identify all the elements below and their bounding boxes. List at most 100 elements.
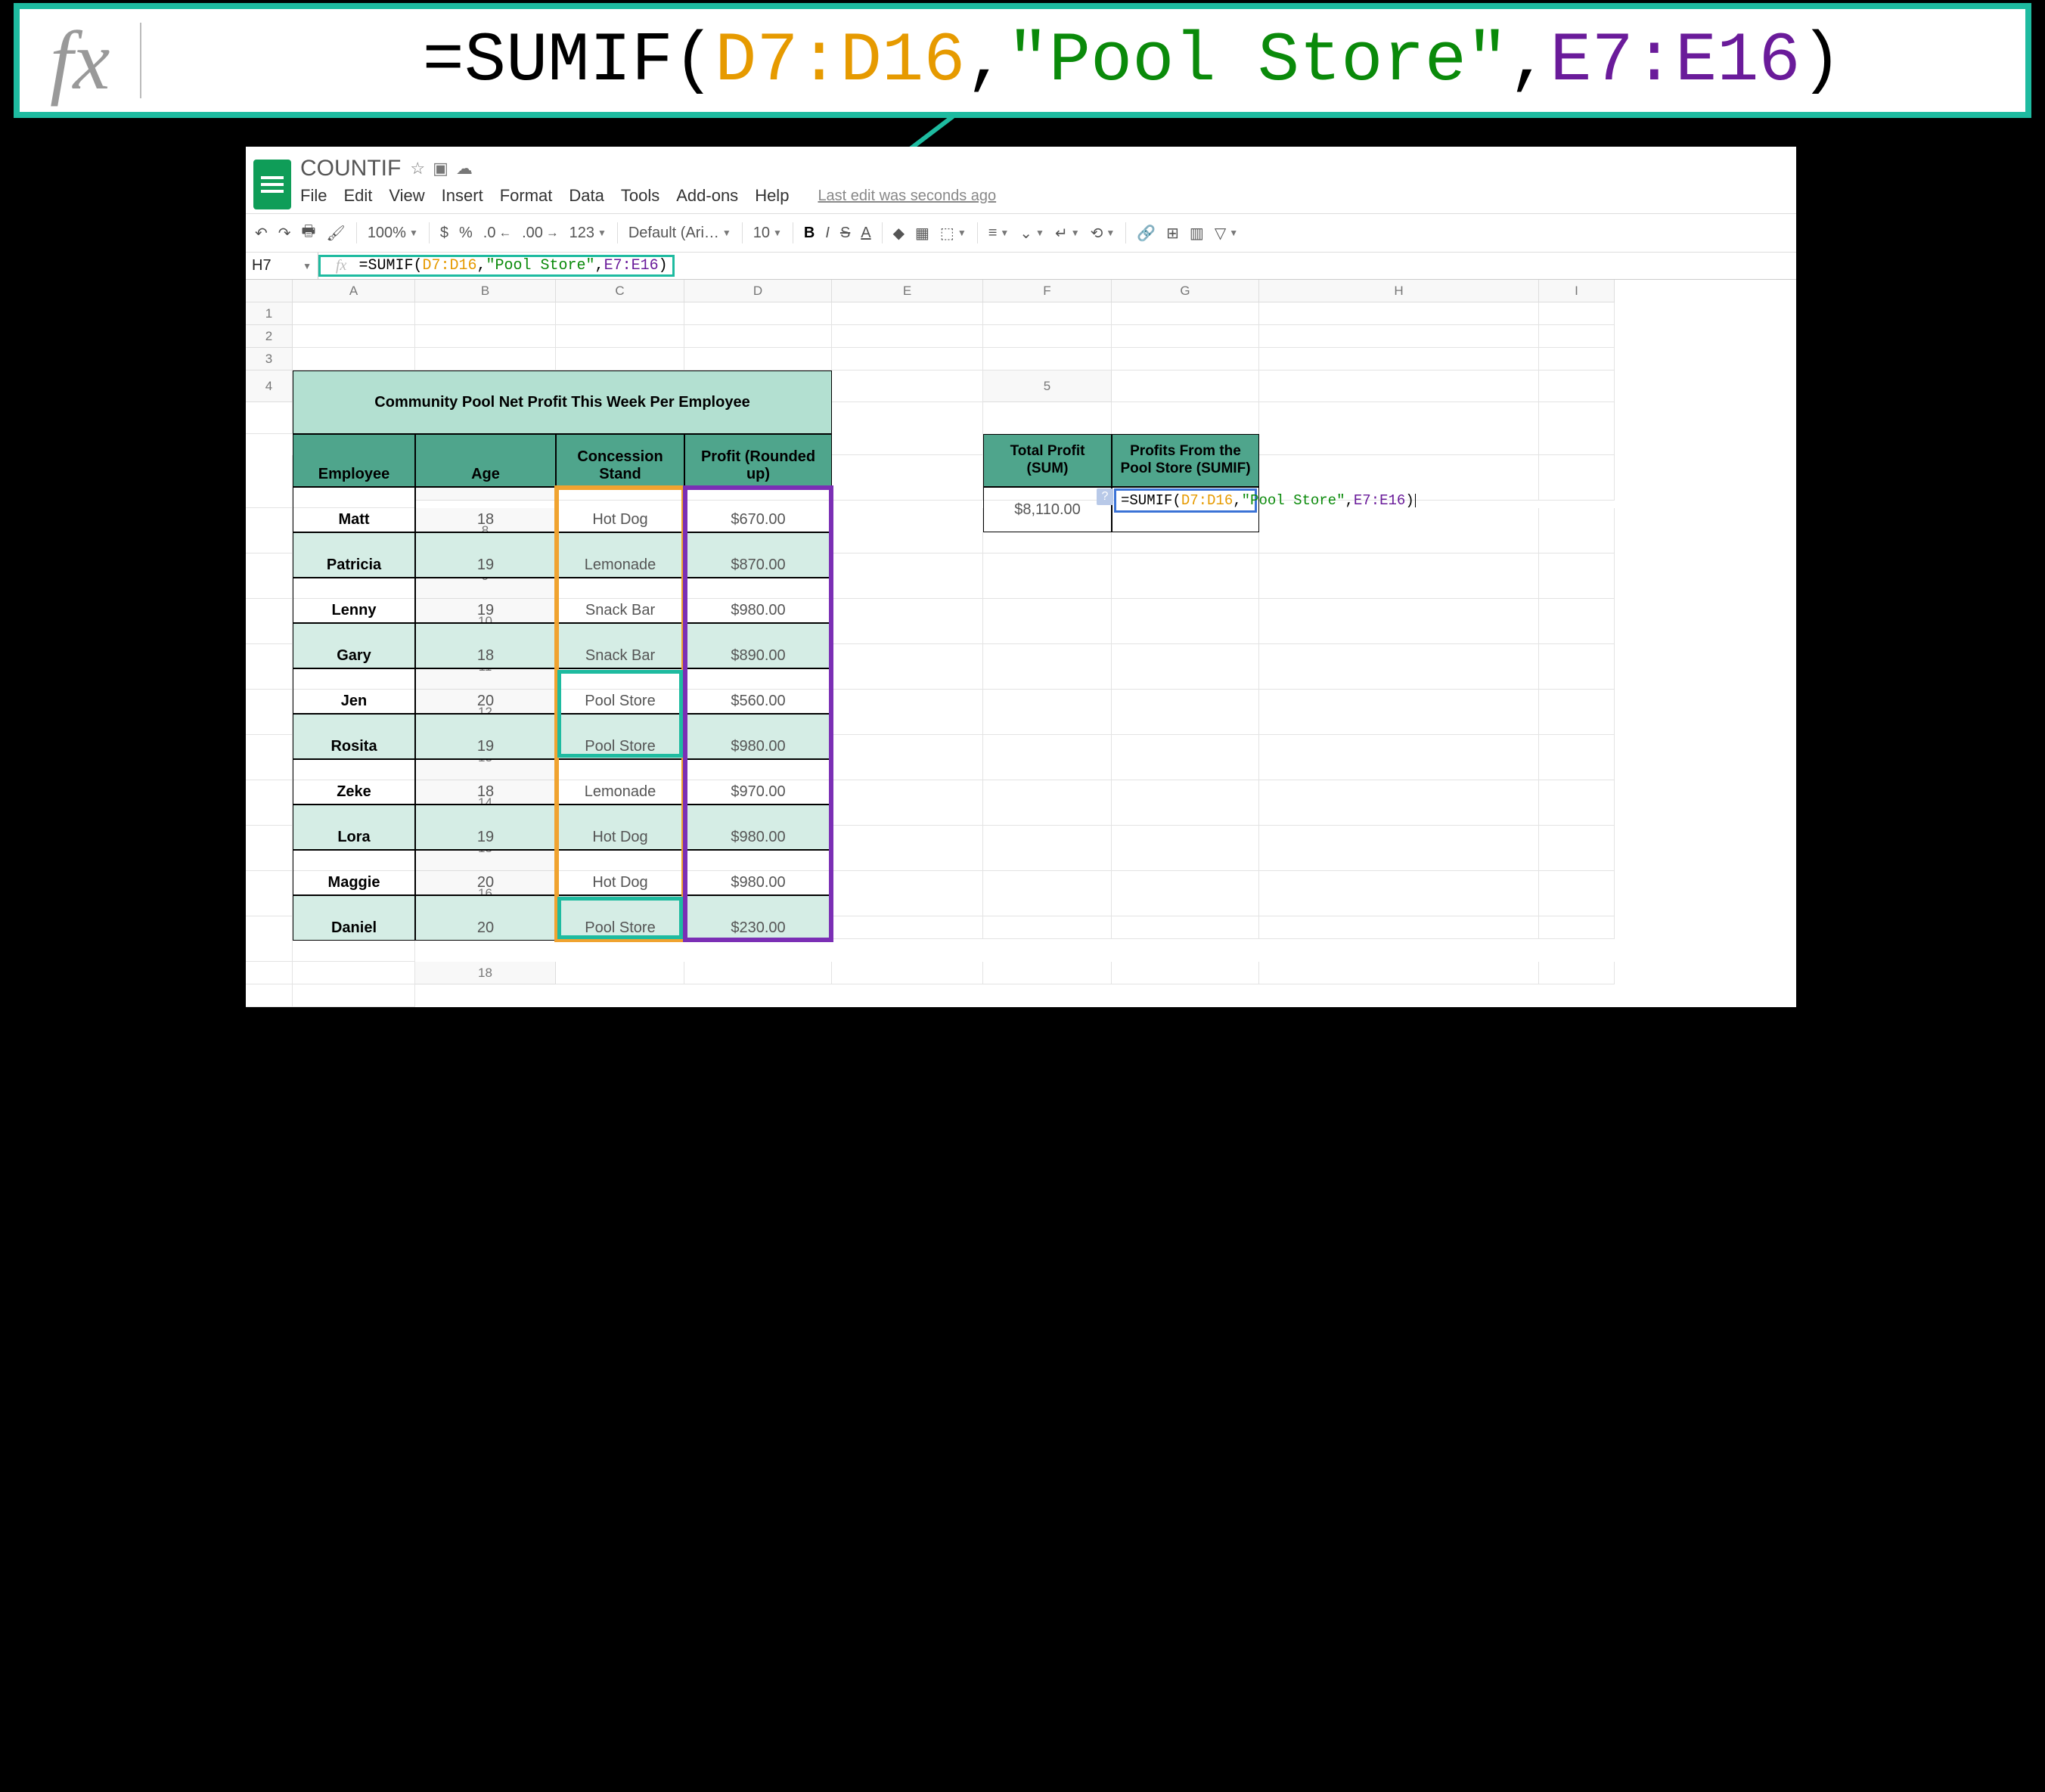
- fx-close: ): [659, 257, 668, 274]
- zoom-select[interactable]: 100% ▼: [368, 225, 418, 242]
- fill-color-button[interactable]: ◆: [893, 224, 905, 243]
- menu-insert[interactable]: Insert: [442, 186, 483, 206]
- age-13: 18: [415, 759, 556, 805]
- undo-button[interactable]: ↶: [255, 224, 268, 243]
- chevron-down-icon: ▼: [303, 261, 312, 271]
- zoom-value: 100%: [368, 225, 406, 242]
- stand-10: Snack Bar: [556, 623, 684, 668]
- paint-format-button[interactable]: 🖌: [326, 224, 345, 243]
- link-button[interactable]: 🔗: [1137, 224, 1156, 243]
- menu-file[interactable]: File: [300, 186, 327, 206]
- inc-dec-label: .00: [522, 225, 543, 242]
- emp-13: Zeke: [293, 759, 415, 805]
- bold-button[interactable]: B: [804, 225, 815, 242]
- menu-help[interactable]: Help: [755, 186, 789, 206]
- italic-button[interactable]: I: [825, 225, 830, 242]
- fx-c1: ,: [477, 257, 486, 274]
- inc-decimal-button[interactable]: .00→: [522, 225, 558, 242]
- active-cell-H7[interactable]: =SUMIF(D7:D16,"Pool Store",E7:E16): [1114, 488, 1257, 513]
- menu-tools[interactable]: Tools: [621, 186, 659, 206]
- age-10: 18: [415, 623, 556, 668]
- text-color-button[interactable]: A: [861, 225, 870, 242]
- formula-range2: E7:E16: [1550, 21, 1800, 101]
- profit-10: $890.00: [684, 623, 832, 668]
- filter-button[interactable]: ▽ ▼: [1215, 224, 1238, 243]
- menu-edit[interactable]: Edit: [343, 186, 372, 206]
- titlebar: COUNTIF ☆ ▣ ☁ File Edit View Insert Format Da…: [246, 147, 1796, 213]
- fx-r1: D7:D16: [422, 257, 476, 274]
- profit-11: $560.00: [684, 668, 832, 714]
- comment-button[interactable]: ⊞: [1166, 224, 1179, 243]
- emp-11: Jen: [293, 668, 415, 714]
- emp-8: Patricia: [293, 532, 415, 578]
- fx-icon: fx: [35, 13, 140, 109]
- dec-decimal-button[interactable]: .0←: [483, 225, 511, 242]
- hdr-profit: Profit (Rounded up): [684, 434, 832, 487]
- profit-12: $980.00: [684, 714, 832, 759]
- formula-range1: D7:D16: [715, 21, 965, 101]
- cloud-icon[interactable]: ☁: [456, 159, 473, 178]
- hdr-stand: Concession Stand: [556, 434, 684, 487]
- currency-button[interactable]: $: [440, 225, 448, 242]
- move-icon[interactable]: ▣: [433, 159, 448, 178]
- stand-16: Pool Store: [556, 895, 684, 941]
- range-overlays: Community Pool Net Profit This Week Per …: [246, 280, 1796, 1792]
- chart-button[interactable]: ▥: [1190, 224, 1204, 243]
- rotate-button[interactable]: ⟲ ▼: [1091, 224, 1116, 243]
- formula-input[interactable]: =SUMIF(D7:D16,"Pool Store",E7:E16): [358, 257, 672, 274]
- last-edit-info[interactable]: Last edit was seconds ago: [818, 188, 996, 205]
- formula-comma2: ,: [1508, 21, 1550, 101]
- stand-7: Hot Dog: [556, 487, 684, 532]
- profit-15: $980.00: [684, 850, 832, 895]
- percent-button[interactable]: %: [459, 225, 473, 242]
- sheets-logo-icon[interactable]: [253, 160, 291, 209]
- numfmt-label: 123: [569, 225, 594, 242]
- age-9: 19: [415, 578, 556, 623]
- menu-data[interactable]: Data: [569, 186, 604, 206]
- age-11: 20: [415, 668, 556, 714]
- age-12: 19: [415, 714, 556, 759]
- print-button[interactable]: 🖶: [302, 220, 316, 246]
- table-title: Community Pool Net Profit This Week Per …: [293, 370, 832, 434]
- formula-string: "Pool Store": [1007, 21, 1509, 101]
- formula-open: (: [673, 21, 715, 101]
- sheets-window: COUNTIF ☆ ▣ ☁ File Edit View Insert Format Da…: [246, 147, 1796, 1007]
- redo-button[interactable]: ↷: [278, 224, 291, 243]
- name-box[interactable]: H7 ▼: [246, 253, 318, 279]
- age-7: 18: [415, 487, 556, 532]
- emp-12: Rosita: [293, 714, 415, 759]
- formula-callout: fx =SUMIF(D7:D16,"Pool Store",E7:E16): [14, 3, 2031, 118]
- age-16: 20: [415, 895, 556, 941]
- valign-button[interactable]: ⌄ ▼: [1019, 224, 1044, 243]
- fx-open: (: [413, 257, 422, 274]
- menu-format[interactable]: Format: [500, 186, 553, 206]
- menu-view[interactable]: View: [389, 186, 424, 206]
- age-15: 20: [415, 850, 556, 895]
- merge-button[interactable]: ⬚ ▼: [940, 224, 967, 243]
- formula-highlight: fx =SUMIF(D7:D16,"Pool Store",E7:E16): [318, 255, 675, 277]
- font-size-select[interactable]: 10 ▼: [753, 225, 782, 242]
- halign-button[interactable]: ≡ ▼: [988, 225, 1010, 242]
- menubar: File Edit View Insert Format Data Tools Add-ons…: [300, 181, 996, 213]
- font-select[interactable]: Default (Ari… ▼: [628, 225, 731, 242]
- stand-13: Lemonade: [556, 759, 684, 805]
- fx-label-icon: fx: [324, 257, 358, 274]
- wrap-button[interactable]: ↵ ▼: [1055, 224, 1080, 243]
- profit-13: $970.00: [684, 759, 832, 805]
- profit-9: $980.00: [684, 578, 832, 623]
- emp-9: Lenny: [293, 578, 415, 623]
- side-hdr-sum: Total Profit (SUM): [983, 434, 1112, 487]
- emp-7: Matt: [293, 487, 415, 532]
- formula-help-icon[interactable]: ?: [1097, 488, 1113, 505]
- formula-comma1: ,: [965, 21, 1007, 101]
- name-box-value: H7: [252, 257, 272, 274]
- star-icon[interactable]: ☆: [410, 159, 425, 178]
- menu-add-ons[interactable]: Add-ons: [676, 186, 738, 206]
- number-format-select[interactable]: 123 ▼: [569, 225, 607, 242]
- borders-button[interactable]: ▦: [915, 224, 929, 243]
- strike-button[interactable]: S: [840, 225, 850, 242]
- doc-title[interactable]: COUNTIF: [300, 156, 401, 181]
- age-8: 19: [415, 532, 556, 578]
- emp-10: Gary: [293, 623, 415, 668]
- profit-16: $230.00: [684, 895, 832, 941]
